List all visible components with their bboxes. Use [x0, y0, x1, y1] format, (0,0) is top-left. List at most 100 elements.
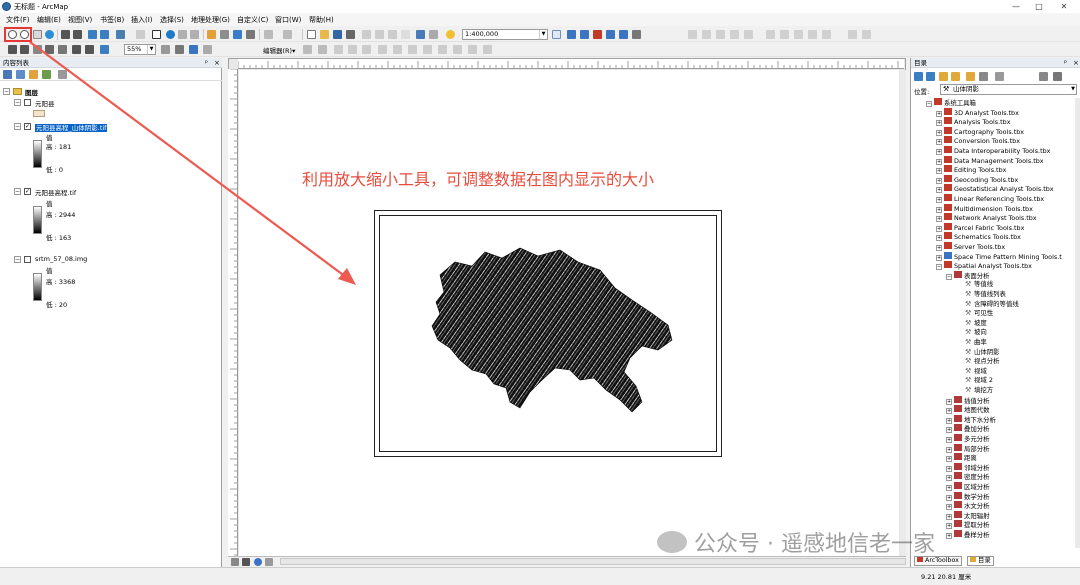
georef-tool-4-icon[interactable]	[730, 30, 739, 39]
expand-layer-3-icon[interactable]: −	[14, 256, 21, 263]
tree-tool-0[interactable]: ⚒ 等值线	[965, 280, 993, 289]
tree-toolset-1[interactable]: + 地图代数	[946, 405, 990, 415]
paste-icon[interactable]	[388, 30, 397, 39]
attributes-icon[interactable]	[453, 45, 462, 54]
expand-icon[interactable]: +	[936, 149, 942, 155]
tree-toolbox-5[interactable]: + Data Management Tools.tbx	[936, 155, 1044, 166]
menu-insert[interactable]: 插入(I)	[131, 15, 153, 25]
menu-file[interactable]: 文件(F)	[6, 15, 30, 25]
georef-tool-7-icon[interactable]	[780, 30, 789, 39]
clear-selection-icon[interactable]	[136, 30, 145, 39]
menu-customize[interactable]: 自定义(C)	[237, 15, 268, 25]
pin-icon[interactable]: ᵖ	[205, 58, 208, 68]
delete-icon[interactable]	[401, 30, 410, 39]
tree-toolbox-7[interactable]: + Geocoding Tools.tbx	[936, 174, 1018, 185]
menu-edit[interactable]: 编辑(E)	[37, 15, 61, 25]
tree-tool-2[interactable]: ⚒ 含障碍的等值线	[965, 300, 1019, 309]
tree-toolset-14[interactable]: + 叠样分析	[946, 530, 990, 540]
catalog-scrollbar[interactable]	[1075, 98, 1080, 548]
layout-zoom-in-icon[interactable]	[8, 45, 17, 54]
fixed-zoom-in-icon[interactable]	[61, 30, 70, 39]
expand-icon[interactable]: +	[936, 139, 942, 146]
options-icon[interactable]	[1039, 72, 1048, 81]
home-icon[interactable]	[939, 72, 948, 81]
chevron-down-icon[interactable]: ▼	[147, 45, 155, 54]
save-icon[interactable]	[333, 30, 342, 39]
select-by-rectangle-icon[interactable]	[116, 30, 125, 39]
expand-layer-2-icon[interactable]: −	[14, 188, 21, 195]
layout-pan-icon[interactable]	[33, 45, 42, 54]
sketch-properties-icon[interactable]	[468, 45, 477, 54]
reshape-icon[interactable]	[393, 45, 402, 54]
expand-icon[interactable]: +	[946, 513, 952, 520]
undo-icon[interactable]	[416, 30, 425, 39]
copy-icon[interactable]	[375, 30, 384, 39]
edit-annotation-icon[interactable]	[318, 45, 327, 54]
tree-toolbox-8[interactable]: + Geostatistical Analyst Tools.tbx	[936, 184, 1054, 194]
tree-tool-8[interactable]: ⚒ 视点分析	[965, 357, 1000, 366]
collapse-icon[interactable]: −	[926, 101, 932, 107]
tree-system-toolboxes[interactable]: − 系统工具箱	[926, 98, 976, 108]
edit-vertices-icon[interactable]	[378, 45, 387, 54]
split-icon[interactable]	[423, 45, 432, 54]
tree-toolset-3[interactable]: + 叠加分析	[946, 424, 990, 434]
expand-icon[interactable]: +	[946, 437, 952, 443]
tree-tool-10[interactable]: ⚒ 视域 2	[965, 376, 993, 385]
minimize-button[interactable]: —	[1007, 1, 1025, 12]
print-preview-icon[interactable]	[283, 30, 292, 39]
tree-tool-3[interactable]: ⚒ 可见性	[965, 309, 993, 318]
georef-tool-8-icon[interactable]	[794, 30, 803, 39]
identify-icon[interactable]	[166, 30, 175, 39]
tree-toolbox-0[interactable]: +3D Analyst Tools.tbx	[936, 107, 1019, 118]
expand-icon[interactable]: +	[936, 235, 942, 242]
tree-toolbox-2[interactable]: + Cartography Tools.tbx	[936, 126, 1024, 137]
georef-tool-3-icon[interactable]	[716, 30, 725, 39]
tree-toolbox-9[interactable]: + Linear Referencing Tools.tbx	[936, 194, 1044, 204]
expand-icon[interactable]: +	[936, 225, 942, 232]
edit-tool-icon[interactable]	[303, 45, 312, 54]
expand-icon[interactable]: +	[946, 475, 952, 482]
expand-icon[interactable]: +	[936, 177, 942, 184]
tree-toolbox-6[interactable]: + Editing Tools.tbx	[936, 165, 1006, 175]
tree-tool-7[interactable]: ⚒ 山体阴影	[965, 348, 1000, 357]
expand-layer-1-icon[interactable]: −	[14, 123, 21, 130]
expand-icon[interactable]: +	[946, 417, 952, 424]
list-by-source-icon[interactable]	[16, 70, 25, 79]
tab-catalog[interactable]: 目录	[967, 556, 994, 566]
layout-toggle-icon[interactable]	[264, 30, 273, 39]
layout-view-icon[interactable]	[242, 558, 250, 566]
viewer-icon[interactable]	[246, 30, 255, 39]
toc-window-icon[interactable]	[567, 30, 576, 39]
expand-layers-icon[interactable]: −	[3, 88, 10, 95]
data-view-icon[interactable]	[231, 558, 239, 566]
tree-toolbox-12[interactable]: + Parcel Fabric Tools.tbx	[936, 222, 1024, 233]
expand-icon[interactable]: +	[946, 485, 952, 491]
trace-icon[interactable]	[362, 45, 371, 54]
rotate-icon[interactable]	[438, 45, 447, 54]
collapse-icon[interactable]: −	[946, 273, 952, 280]
tree-toolbox-15[interactable]: + Space Time Pattern Mining Tools.t	[936, 251, 1062, 262]
expand-icon[interactable]: +	[936, 206, 942, 213]
expand-icon[interactable]: +	[936, 245, 942, 251]
up-folder-icon[interactable]	[951, 72, 960, 81]
fixed-zoom-out-icon[interactable]	[73, 30, 82, 39]
expand-icon[interactable]: +	[946, 465, 952, 472]
tree-toolbox-4[interactable]: + Data Interoperability Tools.tbx	[936, 146, 1050, 156]
layer-1-name[interactable]: 元阳县高程_山体阴影.tif	[35, 122, 108, 132]
layer-1-checkbox[interactable]: ✓	[24, 123, 31, 130]
arctoolbox-icon[interactable]	[593, 30, 602, 39]
views-icon[interactable]	[995, 72, 1004, 81]
expand-icon[interactable]: +	[936, 254, 942, 261]
expand-icon[interactable]: +	[936, 187, 942, 194]
tree-tool-9[interactable]: ⚒ 视域	[965, 367, 987, 376]
tree-toolset-6[interactable]: + 距离	[946, 453, 977, 463]
chevron-down-icon[interactable]: ▼	[539, 30, 547, 39]
expand-icon[interactable]: +	[946, 408, 952, 415]
tree-toolset-5[interactable]: + 局部分析	[946, 443, 990, 454]
toggle-contents-icon[interactable]	[979, 72, 988, 81]
select-elements-icon[interactable]	[152, 30, 161, 39]
data-driven-pages-icon[interactable]	[203, 45, 212, 54]
layer-3-checkbox[interactable]	[24, 256, 31, 263]
python-window-icon[interactable]	[619, 30, 628, 39]
html-popup-icon[interactable]	[220, 30, 229, 39]
